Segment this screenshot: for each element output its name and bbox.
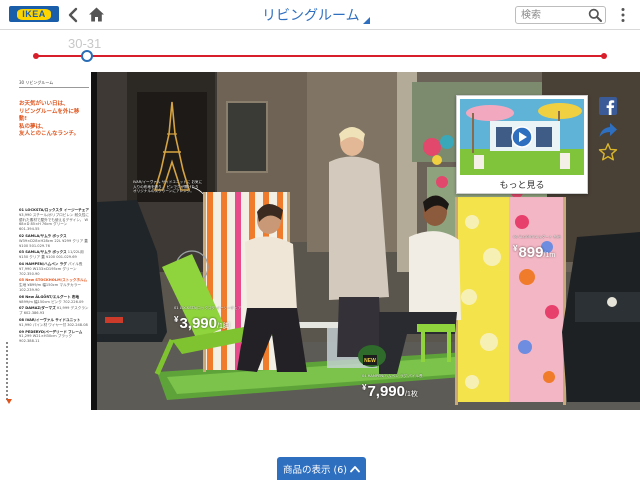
catalog-viewer: IKEA リビングルーム 30-31	[0, 0, 640, 480]
list-item[interactable]: 08 IVAR/イーヴァル サイドユニット ¥1,990 パイン材 ワイヤー付 …	[19, 318, 89, 328]
product-name: 09 PEDERYD/ペーデリード フレーム	[19, 329, 83, 334]
list-item[interactable]: 01 LOCKSTA/ロックスタ イージーチェア ¥3,990 スチール/ポリプ…	[19, 208, 89, 232]
currency-symbol: ¥	[362, 383, 367, 392]
product-desc: ¥1,299 W21×H30cm ブラック 902.388.11	[19, 334, 73, 344]
chevron-up-icon	[350, 465, 360, 472]
dropdown-corner-icon	[362, 17, 370, 24]
intro-line: リビングルームを外に移動!	[19, 108, 80, 123]
intro-line: 私の夢は、	[19, 123, 47, 130]
price-product-name: 04 HAMPEN/ハムペン ラグ パイル長	[362, 374, 423, 378]
intro-line: 友人とのこんなランチ。	[19, 131, 80, 137]
star-icon[interactable]	[598, 142, 618, 162]
product-name: 03 SAMLA/サムラ ボックス	[19, 250, 67, 255]
list-item[interactable]: 03 SAMLA/サムラ ボックス 11/22L用 ¥150 クリア 蓋 ¥10…	[19, 250, 89, 260]
list-item[interactable]: 07 DAMAZ/ダーマズ ¥1,999 デスクランプ 602.386.93	[19, 306, 89, 316]
price-unit: /1m	[543, 252, 556, 259]
video-preview-image	[460, 99, 584, 175]
left-page-header: 30 リビングルーム	[19, 80, 54, 85]
share-arrow-icon[interactable]	[598, 120, 618, 140]
product-name: 04 HAMPEN/ハムペン ラグ	[19, 261, 67, 266]
search-box[interactable]	[515, 6, 606, 24]
price-unit: /1脚	[217, 323, 230, 330]
page-number-label: 30-31	[68, 36, 102, 51]
top-bar: IKEA リビングルーム	[0, 0, 640, 30]
video-thumbnail[interactable]	[460, 99, 584, 175]
price-tag-fabric[interactable]: ¥899/1m	[513, 244, 555, 262]
page-title: リビングルーム	[262, 8, 360, 24]
slider-end-dot	[601, 53, 607, 59]
show-products-button[interactable]: 商品の表示 (6)	[277, 457, 366, 480]
logo-text: IKEA	[17, 8, 51, 20]
ikea-logo[interactable]: IKEA	[9, 6, 59, 22]
list-item[interactable]: 05 New STOCKHOLM/ストックホルム 生地 ¥899/m 幅150c…	[19, 278, 89, 292]
intro-line: お天気がいい日は、	[19, 101, 69, 107]
video-more-label[interactable]: もっと見る	[457, 178, 587, 191]
currency-symbol: ¥	[174, 315, 179, 324]
new-badge: NEW	[363, 355, 377, 365]
page-slider: 30-31	[0, 31, 640, 71]
page-corner-marker	[6, 399, 12, 404]
currency-symbol: ¥	[513, 244, 518, 253]
list-item[interactable]: 06 New ÄLGÖRT/エルグート 布地 ¥899/m 幅150cm ピンク…	[19, 295, 89, 305]
price-product-name: 06 ÄLGÖRT/エルグート 布地	[513, 235, 561, 239]
product-desc: W39×D28×H28cm 22L ¥299 クリア 蓋 ¥100 501.02…	[19, 238, 88, 248]
product-desc: ¥1,990 パイン材 ワイヤー付 302.248.08	[19, 322, 88, 327]
product-name: 08 IVAR/イーヴァル サイドユニット	[19, 317, 81, 322]
product-name: 01 LOCKSTA/ロックスタ イージーチェア	[19, 208, 89, 212]
price-product-name: 01 LOCKSTA/ロックスタ イージーチェア	[174, 306, 242, 310]
list-item[interactable]: 09 PEDERYD/ペーデリード フレーム ¥1,299 W21×H30cm …	[19, 330, 89, 344]
product-name: 06 New ÄLGÖRT/エルグート 布地	[19, 294, 80, 299]
catalog-left-page: 30 リビングルーム お天気がいい日は、 リビングルームを外に移動! 私の夢は、…	[0, 72, 97, 410]
show-products-label: 商品の表示 (6)	[283, 464, 347, 476]
video-card[interactable]: もっと見る	[456, 95, 588, 194]
facebook-icon[interactable]	[598, 96, 618, 116]
product-name: 05 New STOCKHOLM/ストックホルム	[19, 278, 88, 283]
search-icon[interactable]	[588, 8, 602, 22]
product-list: 01 LOCKSTA/ロックスタ イージーチェア ¥3,990 スチール/ポリプ…	[19, 208, 89, 346]
new-badge-text: NEW	[364, 358, 376, 364]
category-title[interactable]: リビングルーム	[262, 5, 370, 25]
product-desc: ¥899/m 幅150cm ピンク 702.226.09	[19, 299, 84, 304]
header-rule	[19, 87, 89, 88]
product-name: 02 SAMLA/サムラ ボックス	[19, 233, 67, 238]
list-item[interactable]: 02 SAMLA/サムラ ボックス W39×D28×H28cm 22L ¥299…	[19, 234, 89, 248]
product-desc: ¥3,990 スチール/ポリプロピレン 耐久性に優れた素材で屋外でも使えるデザイ…	[19, 212, 89, 232]
intro-text: お天気がいい日は、 リビングルームを外に移動! 私の夢は、 友人とのこんなランチ…	[19, 101, 87, 139]
slider-track[interactable]	[36, 55, 604, 57]
list-item[interactable]: 04 HAMPEN/ハムペン ラグ パイル長 ¥7,990 W133×D195c…	[19, 262, 89, 276]
price-amount: 3,990	[179, 315, 217, 332]
price-amount: 899	[518, 244, 544, 261]
price-unit: /1枚	[405, 391, 418, 398]
more-vertical-icon[interactable]	[620, 7, 626, 23]
page-edge-marks	[3, 342, 11, 402]
price-tag-chair[interactable]: ¥3,990/1脚	[174, 315, 230, 333]
price-tag-rug[interactable]: ¥7,990/1枚	[362, 383, 418, 401]
product-desc: 生地 ¥899/m 幅150cm マルチカラー 102.239.90	[19, 283, 81, 292]
home-icon[interactable]	[88, 6, 105, 23]
photo-callout-text: IVAR/イーヴァル サイドユニットに お気に入りの布地を張り、 ピンで穴が開け…	[133, 180, 203, 193]
product-name: 07 DAMAZ/ダーマズ	[19, 306, 56, 311]
slider-thumb[interactable]	[81, 50, 94, 62]
search-input[interactable]	[521, 8, 587, 22]
price-amount: 7,990	[367, 383, 405, 400]
back-arrow-icon[interactable]	[66, 7, 80, 23]
